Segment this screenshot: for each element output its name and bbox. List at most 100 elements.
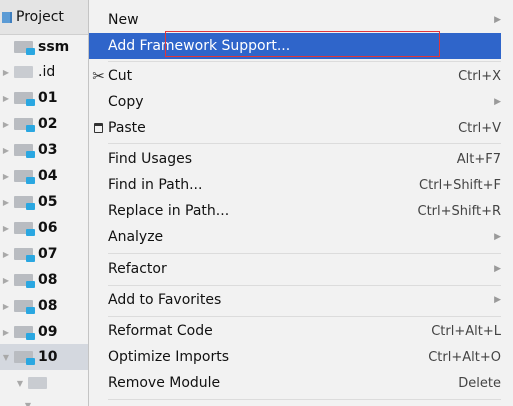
tree-collapse-arrow-icon[interactable]: ▶ — [0, 172, 12, 181]
menu-item-remove-module[interactable]: Remove Module Delete — [89, 370, 501, 396]
project-panel: Project ssm ▶ .id ▶ 01 ▶ 02 ▶ 03 ▶ 04 ▶ … — [0, 0, 88, 406]
tree-collapse-arrow-icon[interactable]: ▶ — [0, 276, 12, 285]
tree-row-label: 01 — [38, 90, 58, 106]
menu-item-label: Remove Module — [108, 375, 221, 391]
folder-icon — [28, 377, 47, 389]
menu-item-refactor[interactable]: Refactor ▶ — [89, 256, 501, 282]
module-folder-icon — [14, 300, 35, 314]
tree-row-label: ssm — [38, 39, 70, 55]
menu-item-reformat-code[interactable]: Reformat Code Ctrl+Alt+L — [89, 318, 501, 344]
tree-row-07[interactable]: ▶ 07 — [0, 241, 88, 267]
menu-item-label: Find in Path... — [108, 177, 203, 193]
tree-row-label: 03 — [38, 142, 58, 158]
tree-row-09[interactable]: ▶ 09 — [0, 319, 88, 345]
tree-expand-arrow-icon[interactable]: ▼ — [0, 353, 12, 362]
menu-item-paste[interactable]: Paste Ctrl+V — [89, 115, 501, 141]
menu-item-label: Analyze — [108, 229, 164, 245]
tree-row-03[interactable]: ▶ 03 — [0, 137, 88, 163]
tree-row-label: 06 — [38, 220, 58, 236]
menu-item-label: Optimize Imports — [108, 349, 229, 365]
tree-row-06[interactable]: ▶ 06 — [0, 215, 88, 241]
menu-item-shortcut: Ctrl+Shift+R — [417, 203, 502, 219]
module-folder-icon — [14, 196, 35, 210]
menu-item-label: Find Usages — [108, 151, 193, 167]
tree-collapse-arrow-icon[interactable]: ▶ — [0, 250, 12, 259]
menu-item-shortcut: Ctrl+Alt+O — [428, 349, 501, 365]
tree-row-04[interactable]: ▶ 04 — [0, 163, 88, 189]
menu-item-label: Add to Favorites — [108, 292, 222, 308]
tree-row-label: .id — [38, 64, 56, 80]
menu-item-shortcut: Ctrl+V — [458, 120, 501, 136]
project-panel-title: Project — [16, 9, 64, 25]
menu-item-new[interactable]: New ▶ — [89, 7, 501, 33]
menu-item-find-in-path[interactable]: Find in Path... Ctrl+Shift+F — [89, 172, 501, 198]
tree-row-label: 08 — [38, 272, 58, 288]
submenu-arrow-icon: ▶ — [494, 295, 501, 305]
module-folder-icon — [14, 144, 35, 158]
menu-item-optimize-imports[interactable]: Optimize Imports Ctrl+Alt+O — [89, 344, 501, 370]
tree-row-label: 07 — [38, 246, 58, 262]
menu-item-shortcut: Ctrl+X — [458, 68, 501, 84]
scissors-icon: ✂ — [92, 67, 105, 85]
tree-row-label: 09 — [38, 324, 58, 340]
tree-row-label: 05 — [38, 194, 58, 210]
module-folder-icon — [14, 351, 35, 365]
tree-row-grandchild[interactable]: ▼ — [0, 392, 88, 406]
menu-item-label: Refactor — [108, 261, 167, 277]
submenu-arrow-icon: ▶ — [494, 232, 501, 242]
tree-row-label: 02 — [38, 116, 58, 132]
tree-row-idea[interactable]: ▶ .id — [0, 59, 88, 85]
tree-collapse-arrow-icon[interactable]: ▶ — [0, 146, 12, 155]
tree-collapse-arrow-icon[interactable]: ▶ — [0, 94, 12, 103]
tree-collapse-arrow-icon[interactable]: ▶ — [0, 120, 12, 129]
menu-item-label: Reformat Code — [108, 323, 213, 339]
menu-separator — [108, 253, 501, 254]
menu-item-add-to-favorites[interactable]: Add to Favorites ▶ — [89, 287, 501, 313]
tree-collapse-arrow-icon[interactable]: ▶ — [0, 198, 12, 207]
module-folder-icon — [14, 92, 35, 106]
tree-row-08b[interactable]: ▶ 08 — [0, 293, 88, 319]
tree-collapse-arrow-icon[interactable]: ▶ — [0, 328, 12, 337]
module-folder-icon — [14, 248, 35, 262]
tree-row-05[interactable]: ▶ 05 — [0, 189, 88, 215]
tree-collapse-arrow-icon[interactable]: ▶ — [0, 68, 12, 77]
submenu-arrow-icon: ▶ — [494, 264, 501, 274]
tree-row-ssm[interactable]: ssm — [0, 34, 88, 60]
tree-expand-arrow-icon[interactable]: ▼ — [22, 401, 34, 406]
tree-expand-arrow-icon[interactable]: ▼ — [14, 379, 26, 388]
tree-row-10[interactable]: ▼ 10 — [0, 344, 88, 370]
clipboard-icon — [89, 123, 108, 133]
tree-row-label: 04 — [38, 168, 58, 184]
module-folder-icon — [14, 222, 35, 236]
tree-row-08a[interactable]: ▶ 08 — [0, 267, 88, 293]
menu-item-copy[interactable]: Copy ▶ — [89, 89, 501, 115]
menu-item-analyze[interactable]: Analyze ▶ — [89, 224, 501, 250]
menu-separator — [108, 143, 501, 144]
module-folder-icon — [14, 41, 35, 55]
menu-item-add-framework-support[interactable]: Add Framework Support... — [89, 33, 501, 59]
tree-row-label: 08 — [38, 298, 58, 314]
menu-item-label: Copy — [108, 94, 144, 110]
module-folder-icon — [14, 118, 35, 132]
menu-item-label: Replace in Path... — [108, 203, 230, 219]
tree-collapse-arrow-icon[interactable]: ▶ — [0, 224, 12, 233]
menu-separator — [108, 316, 501, 317]
menu-separator — [108, 399, 501, 400]
menu-item-shortcut: Ctrl+Shift+F — [419, 177, 501, 193]
submenu-arrow-icon: ▶ — [494, 15, 501, 25]
folder-icon — [14, 66, 33, 78]
submenu-arrow-icon: ▶ — [494, 97, 501, 107]
tree-row-01[interactable]: ▶ 01 — [0, 85, 88, 111]
menu-item-label: Add Framework Support... — [108, 38, 291, 54]
menu-item-cut[interactable]: ✂ Cut Ctrl+X — [89, 63, 501, 89]
project-panel-header[interactable]: Project — [0, 0, 88, 35]
menu-separator — [108, 285, 501, 286]
menu-separator — [108, 61, 501, 62]
menu-item-shortcut: Delete — [458, 375, 501, 391]
module-folder-icon — [14, 170, 35, 184]
menu-item-replace-in-path[interactable]: Replace in Path... Ctrl+Shift+R — [89, 198, 501, 224]
menu-item-find-usages[interactable]: Find Usages Alt+F7 — [89, 146, 501, 172]
menu-item-label: Paste — [108, 120, 146, 136]
tree-collapse-arrow-icon[interactable]: ▶ — [0, 302, 12, 311]
tree-row-02[interactable]: ▶ 02 — [0, 111, 88, 137]
